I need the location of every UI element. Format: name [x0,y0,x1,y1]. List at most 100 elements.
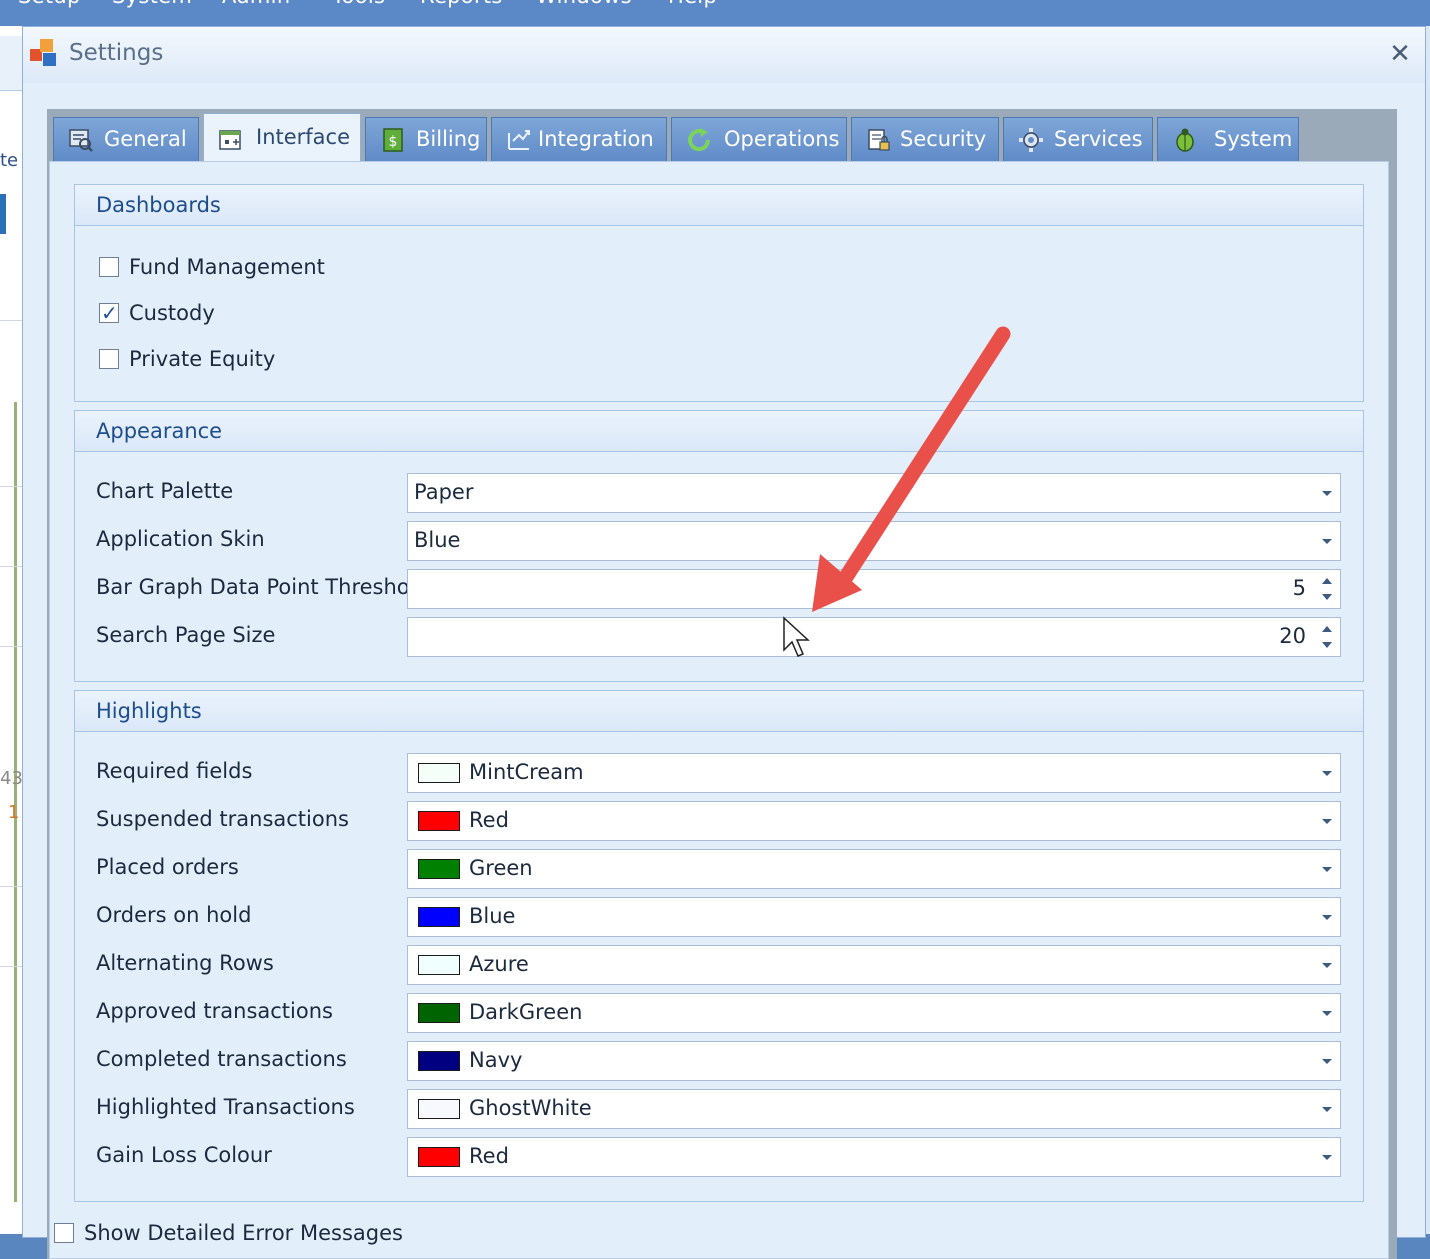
dropdown-value: Green [469,856,533,880]
chevron-down-icon[interactable] [1322,819,1332,824]
dropdown-value: Navy [469,1048,523,1072]
menu-windows[interactable]: Windows [536,0,632,8]
appearance-group: Appearance Chart Palette Paper Applicati… [74,410,1364,682]
color-dropdown[interactable]: Azure [407,945,1341,985]
dropdown-value: Red [469,1144,509,1168]
dropdown-value: GhostWhite [469,1096,592,1120]
chevron-down-icon[interactable] [1322,771,1332,776]
color-dropdown[interactable]: Blue [407,897,1341,937]
spin-up-icon[interactable] [1322,578,1332,584]
checkbox-box[interactable]: ✓ [99,301,119,325]
menu-setup[interactable]: Setup [18,0,81,8]
background-text: 43 [0,768,23,789]
color-swatch [418,859,460,879]
tab-label: Interface [256,125,351,149]
close-button[interactable]: ✕ [1385,39,1415,69]
dropdown-value: Paper [414,480,474,504]
tab-system[interactable]: System [1157,117,1299,161]
color-swatch [418,955,460,975]
color-dropdown[interactable]: Green [407,849,1341,889]
settings-dialog: Settings ✕ General Interface $ Billing I… [22,26,1426,1259]
highlight-row: Orders on hold Blue [75,897,1365,937]
background-app: te 43 1 [0,26,24,1234]
tab-billing[interactable]: $ Billing [365,117,487,161]
general-icon [69,129,93,152]
chevron-down-icon[interactable] [1322,1011,1332,1016]
color-dropdown[interactable]: DarkGreen [407,993,1341,1033]
tab-interface[interactable]: Interface [203,113,361,163]
background-text: te [0,150,19,171]
title-bar[interactable]: Settings ✕ [23,27,1425,83]
chart-palette-row: Chart Palette Paper [75,473,1365,513]
spin-down-icon[interactable] [1322,594,1332,600]
dropdown-value: Blue [469,904,516,928]
menu-reports[interactable]: Reports [420,0,503,8]
tab-label: Security [900,127,987,151]
tab-general[interactable]: General [53,117,199,161]
dropdown-value: Blue [414,528,461,552]
field-label: Approved transactions [96,999,333,1023]
chevron-down-icon[interactable] [1322,491,1332,496]
billing-icon: $ [383,128,403,152]
tab-label: Operations [724,127,840,151]
group-header: Dashboards [75,185,1363,226]
checkbox-box[interactable] [99,257,119,277]
menu-admin[interactable]: Admin [222,0,290,8]
highlight-row: Required fields MintCream [75,753,1365,793]
checkmark-icon: ✓ [101,301,118,325]
color-swatch [418,1003,460,1023]
tab-integration[interactable]: Integration [491,117,667,161]
tab-label: Integration [538,127,654,151]
menu-help[interactable]: Help [668,0,717,8]
color-swatch [418,1051,460,1071]
color-dropdown[interactable]: GhostWhite [407,1089,1341,1129]
dropdown-value: Azure [469,952,529,976]
menu-tools[interactable]: Tools [332,0,385,8]
color-dropdown[interactable]: Red [407,801,1341,841]
chevron-down-icon[interactable] [1322,867,1332,872]
tab-control: General Interface $ Billing Integration … [47,109,1397,1259]
tab-services[interactable]: Services [1003,117,1153,161]
bug-icon [1176,128,1194,152]
spin-down-icon[interactable] [1322,642,1332,648]
chevron-down-icon[interactable] [1322,963,1332,968]
highlight-row: Completed transactions Navy [75,1041,1365,1081]
checkbox-box[interactable] [99,349,119,369]
bar-threshold-spinner[interactable]: 5 [407,569,1341,609]
checkbox-label: Private Equity [129,347,276,371]
field-label: Required fields [96,759,253,783]
gear-icon [1019,128,1043,152]
highlight-row: Gain Loss Colour Red [75,1137,1365,1177]
app-icon [30,39,56,66]
tab-security[interactable]: Security [851,117,999,161]
background-divider [0,646,24,647]
group-title: Appearance [96,419,223,443]
dropdown-value: MintCream [469,760,584,784]
spin-up-icon[interactable] [1322,626,1332,632]
tab-operations[interactable]: Operations [671,117,847,161]
field-label: Application Skin [96,527,265,551]
checkbox-box[interactable] [54,1223,74,1243]
color-dropdown[interactable]: Red [407,1137,1341,1177]
application-skin-dropdown[interactable]: Blue [407,521,1341,561]
field-label: Highlighted Transactions [96,1095,355,1119]
tab-label: System [1214,127,1293,151]
chevron-down-icon[interactable] [1322,1155,1332,1160]
background-divider [0,966,24,967]
chevron-down-icon[interactable] [1322,1059,1332,1064]
color-dropdown[interactable]: MintCream [407,753,1341,793]
interface-tab-page: Dashboards Fund Management ✓ Custody Pri… [49,161,1389,1259]
menu-system[interactable]: System [112,0,192,8]
search-page-size-spinner[interactable]: 20 [407,617,1341,657]
background-button [0,194,6,234]
chart-palette-dropdown[interactable]: Paper [407,473,1341,513]
color-swatch [418,1147,460,1167]
color-dropdown[interactable]: Navy [407,1041,1341,1081]
chevron-down-icon[interactable] [1322,1107,1332,1112]
background-divider [0,886,24,887]
color-swatch [418,1099,460,1119]
chevron-down-icon[interactable] [1322,539,1332,544]
group-header: Highlights [75,691,1363,732]
chevron-down-icon[interactable] [1322,915,1332,920]
background-divider [0,566,24,567]
